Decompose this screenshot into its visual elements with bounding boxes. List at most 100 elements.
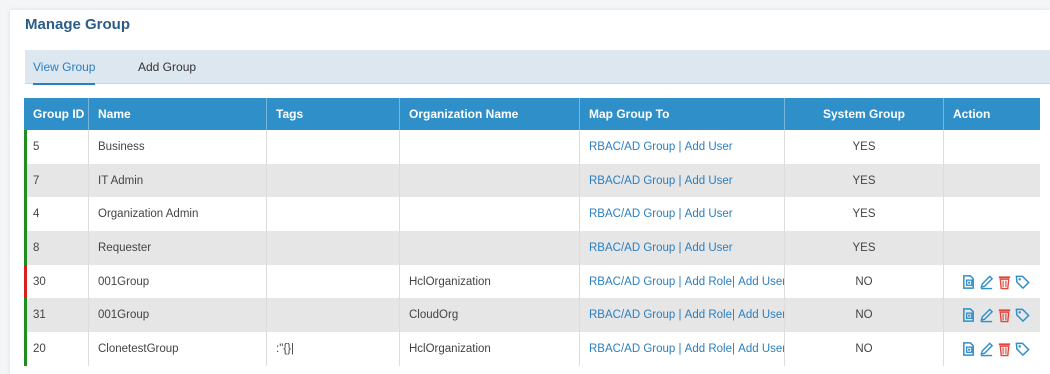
cell-group-id: 5 [24,130,89,164]
cell-organization-name [400,130,580,164]
row-status-indicator [24,298,27,333]
tab-view-group[interactable]: View Group [33,50,96,85]
table-row: 5 Business RBAC/AD Group | Add User YES [24,130,1040,164]
cell-tags [267,130,400,164]
cell-group-id: 30 [24,264,89,299]
cell-map-group-to: RBAC/AD Group | Add Role | Add User [580,332,785,366]
tab-bar: View Group Add Group [25,50,1050,85]
cell-tags [267,298,400,333]
cell-organization-name [400,163,580,198]
link-separator: | [675,208,685,221]
tag-icon[interactable] [1015,274,1030,290]
link-add-user[interactable]: Add User [685,242,733,254]
row-status-indicator [24,130,27,164]
cell-map-group-to: RBAC/AD Group | Add User [580,197,785,232]
cell-map-group-to: RBAC/AD Group | Add Role | Add User [580,264,785,299]
link-separator: | [675,174,685,187]
edit-pencil-icon[interactable] [979,307,994,323]
link-add-user[interactable]: Add User [738,276,784,288]
cell-map-group-to: RBAC/AD Group | Add User [580,163,785,198]
link-add-user[interactable]: Add User [685,208,733,220]
cell-map-group-to: RBAC/AD Group | Add User [580,130,785,164]
header-organization-name[interactable]: Organization Name [400,98,580,130]
cell-name: Organization Admin [89,197,267,232]
cell-organization-name [400,197,580,232]
delete-trash-icon[interactable] [997,307,1012,323]
cell-organization-name: HclOrganization [400,264,580,299]
table-row: 31 001Group CloudOrg RBAC/AD Group | Add Ro… [24,298,1040,333]
header-system-group[interactable]: System Group [785,98,944,130]
header-tags[interactable]: Tags [267,98,400,130]
cell-system-group: NO [785,332,944,366]
cell-group-id: 7 [24,163,89,198]
cell-tags: :"{}| [267,332,400,366]
header-map-group-to[interactable]: Map Group To [580,98,785,130]
cell-action [944,231,1040,265]
cell-name: Business [89,130,267,164]
link-add-user[interactable]: Add User [738,309,784,321]
link-add-role[interactable]: Add Role [685,309,732,321]
link-separator: | [675,241,685,254]
cell-organization-name [400,231,580,265]
cell-group-id: 4 [24,197,89,232]
cell-group-id: 20 [24,332,89,366]
cell-system-group: YES [785,231,944,265]
cell-map-group-to: RBAC/AD Group | Add User [580,231,785,265]
link-rbac-ad-group[interactable]: RBAC/AD Group [589,141,675,153]
link-rbac-ad-group[interactable]: RBAC/AD Group [589,276,675,288]
cell-map-group-to: RBAC/AD Group | Add Role | Add User [580,298,785,333]
header-name[interactable]: Name [89,98,267,130]
link-add-role[interactable]: Add Role [685,343,732,355]
table-row: 8 Requester RBAC/AD Group | Add User YES [24,231,1040,265]
cell-tags [267,231,400,265]
clone-doc-icon[interactable] [961,341,976,357]
edit-pencil-icon[interactable] [979,341,994,357]
table-row: 20 ClonetestGroup:"{}| HclOrganization RBAC… [24,332,1040,366]
link-add-user[interactable]: Add User [685,141,733,153]
tag-icon[interactable] [1015,307,1030,323]
cell-organization-name: HclOrganization [400,332,580,366]
delete-trash-icon[interactable] [997,274,1012,290]
action-icons [953,274,1030,290]
link-separator: | [675,275,685,288]
delete-trash-icon[interactable] [997,341,1012,357]
page-title: Manage Group [25,16,131,33]
tab-add-group[interactable]: Add Group [138,50,196,84]
clone-doc-icon[interactable] [961,307,976,323]
row-status-indicator [24,163,27,198]
header-group-id[interactable]: Group ID [24,98,89,130]
link-add-user[interactable]: Add User [738,343,784,355]
clone-doc-icon[interactable] [961,274,976,290]
cell-name: ClonetestGroup [89,332,267,366]
cell-action [944,164,1040,198]
table-row: 7 IT Admin RBAC/AD Group | Add User YES [24,163,1040,198]
cell-group-id: 31 [24,298,89,333]
cell-system-group: NO [785,264,944,299]
table-body: 5 Business RBAC/AD Group | Add User YES 7 IT … [24,130,1040,366]
link-rbac-ad-group[interactable]: RBAC/AD Group [589,343,675,355]
cell-tags [267,197,400,232]
cell-action [944,265,1040,299]
link-rbac-ad-group[interactable]: RBAC/AD Group [589,309,675,321]
link-separator: | [675,342,685,355]
link-rbac-ad-group[interactable]: RBAC/AD Group [589,242,675,254]
table-row: 4 Organization Admin RBAC/AD Group | Add U… [24,197,1040,232]
cell-action [944,197,1040,231]
link-rbac-ad-group[interactable]: RBAC/AD Group [589,175,675,187]
row-status-indicator [24,231,27,265]
link-rbac-ad-group[interactable]: RBAC/AD Group [589,208,675,220]
link-add-user[interactable]: Add User [685,175,733,187]
cell-tags [267,163,400,198]
cell-action [944,130,1040,164]
cell-organization-name: CloudOrg [400,298,580,333]
cell-name: Requester [89,231,267,265]
tag-icon[interactable] [1015,341,1030,357]
link-separator: | [675,140,685,153]
edit-pencil-icon[interactable] [979,274,994,290]
action-icons [953,307,1030,323]
cell-action [944,298,1040,332]
action-icons [953,341,1030,357]
cell-tags [267,264,400,299]
link-add-role[interactable]: Add Role [685,276,732,288]
cell-system-group: YES [785,130,944,164]
